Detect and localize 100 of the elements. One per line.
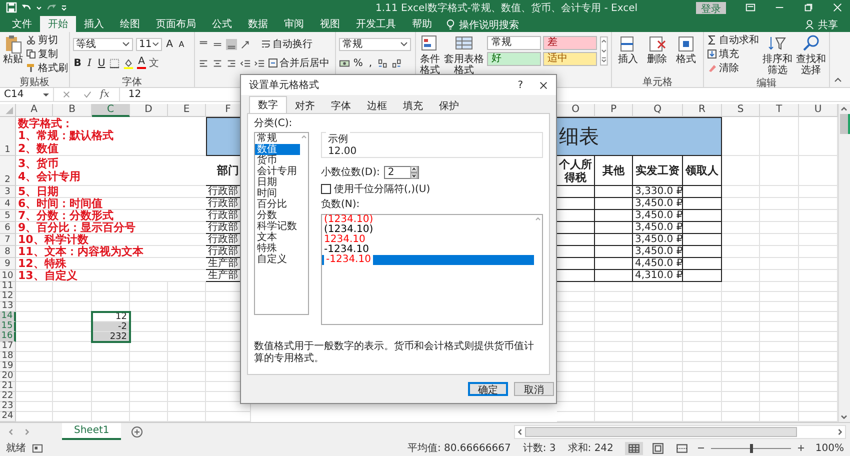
row-header[interactable]: 3 — [0, 186, 16, 198]
scroll-thumb[interactable] — [840, 114, 850, 134]
enter-icon[interactable] — [83, 90, 92, 99]
column-header[interactable]: C — [92, 104, 130, 118]
decrease-font-button[interactable]: A — [177, 40, 186, 49]
row-header[interactable]: 23 — [0, 402, 16, 412]
row-header[interactable]: 12 — [0, 292, 16, 302]
category-item[interactable]: 时间 — [255, 188, 300, 199]
category-item[interactable]: 科学记数 — [255, 221, 300, 232]
row-header[interactable]: 6 — [0, 222, 16, 234]
number-format-dropdown[interactable]: 常规 — [339, 38, 412, 51]
row-header[interactable]: 17 — [0, 342, 16, 352]
cell-style-option[interactable]: 差 — [543, 36, 598, 50]
category-item[interactable]: 特殊 — [255, 243, 300, 254]
person-icon[interactable] — [805, 18, 814, 30]
column-header[interactable]: U — [799, 104, 838, 118]
row-header[interactable]: 20 — [0, 372, 16, 382]
font-name-dropdown[interactable]: 等线 — [73, 38, 133, 51]
increase-indent-icon[interactable] — [254, 58, 265, 69]
column-header[interactable]: R — [683, 104, 722, 118]
row-header[interactable]: 1 — [0, 117, 16, 156]
bold-button[interactable]: B — [73, 58, 82, 69]
decimal-places-spinner[interactable]: 2 — [384, 166, 419, 178]
sort-filter-button[interactable]: 排序和筛选 — [762, 34, 793, 76]
dialog-tab[interactable]: 字体 — [323, 98, 359, 113]
borders-icon[interactable] — [109, 58, 120, 69]
row-header[interactable]: 24 — [0, 412, 16, 422]
checkbox-label[interactable]: 使用千位分隔符(,)(U) — [334, 182, 430, 196]
wrap-text-button[interactable]: 自动换行 — [260, 38, 313, 51]
autosum-button[interactable]: 自动求和 — [707, 34, 760, 47]
increase-decimal-icon[interactable] — [378, 58, 389, 69]
cell-style-option[interactable]: 常规 — [487, 36, 542, 50]
name-box[interactable]: C14 — [0, 88, 54, 101]
fill-color-icon[interactable] — [123, 58, 134, 69]
sheet-tab[interactable]: Sheet1 — [62, 423, 122, 440]
row-header[interactable]: 8 — [0, 246, 16, 258]
add-sheet-icon[interactable] — [131, 426, 144, 438]
category-item[interactable]: 数值 — [255, 144, 300, 155]
align-left-icon[interactable] — [198, 58, 209, 69]
cancel-button[interactable]: 取消 — [514, 382, 554, 396]
column-header[interactable]: D — [130, 104, 168, 118]
ribbon-tab[interactable]: 开始 — [40, 16, 76, 32]
ribbon-tab[interactable]: 公式 — [204, 16, 240, 32]
ribbon-tab[interactable]: 帮助 — [404, 16, 440, 32]
italic-button[interactable]: I — [85, 58, 94, 69]
negative-format-item[interactable]: 1234.10 — [322, 235, 534, 245]
sign-in-button[interactable]: 登录 — [696, 2, 726, 14]
dialog-tab[interactable]: 数字 — [249, 96, 287, 113]
help-button[interactable]: ? — [518, 80, 523, 90]
currency-icon[interactable] — [339, 58, 350, 69]
category-list[interactable]: 常规 数值 货币 会计专用 日期 时间 百分比 分数 科学记数 文本 特殊 自定义 — [254, 132, 309, 315]
row-header[interactable]: 15 — [0, 322, 16, 332]
ribbon-tab[interactable]: 数据 — [240, 16, 276, 32]
cut-button[interactable]: 剪切 — [26, 34, 68, 47]
column-header[interactable]: S — [722, 104, 760, 118]
dialog-tab[interactable]: 边框 — [359, 98, 395, 113]
percent-button[interactable]: % — [353, 58, 363, 69]
row-header[interactable]: 9 — [0, 258, 16, 270]
column-header[interactable]: O — [557, 104, 595, 118]
category-item[interactable]: 货币 — [255, 155, 300, 166]
negative-numbers-list[interactable]: (1234.10) (1234.10) 1234.10 -1234.10 -1234.10 — [321, 214, 543, 325]
row-header[interactable]: 16 — [0, 332, 16, 342]
spin-arrows-icon[interactable] — [410, 166, 418, 178]
insert-function-button[interactable]: fx — [100, 89, 110, 100]
increase-font-button[interactable]: A — [165, 38, 174, 50]
category-item[interactable]: 会计专用 — [255, 166, 300, 177]
category-item[interactable]: 百分比 — [255, 199, 300, 210]
row-header[interactable]: 21 — [0, 382, 16, 392]
underline-button[interactable]: U — [97, 58, 106, 69]
zoom-in-icon[interactable] — [797, 444, 806, 452]
close-icon[interactable] — [539, 80, 548, 90]
vertical-scrollbar[interactable] — [838, 104, 850, 422]
ribbon-tab[interactable]: 插入 — [76, 16, 112, 32]
font-color-button[interactable]: A — [137, 57, 146, 70]
ribbon-tab[interactable]: 审阅 — [276, 16, 312, 32]
align-center-icon[interactable] — [212, 58, 223, 69]
column-header[interactable]: A — [16, 104, 53, 118]
dialog-tab[interactable]: 对齐 — [287, 98, 323, 113]
align-bottom-icon[interactable] — [226, 38, 237, 50]
orientation-icon[interactable] — [240, 38, 251, 50]
font-size-dropdown[interactable]: 11 — [136, 38, 162, 51]
format-cells-button[interactable]: 格式 — [673, 34, 700, 65]
lightbulb-icon[interactable] — [446, 18, 455, 30]
clear-button[interactable]: 清除 — [707, 62, 760, 75]
paste-button[interactable]: 粘贴 — [3, 34, 23, 65]
share-button[interactable]: 共享 — [818, 18, 838, 32]
row-header[interactable]: 22 — [0, 392, 16, 402]
column-header[interactable]: P — [595, 104, 633, 118]
column-header[interactable]: E — [168, 104, 206, 118]
decrease-decimal-icon[interactable] — [392, 58, 403, 69]
horizontal-scrollbar[interactable] — [514, 424, 846, 439]
restore-icon[interactable] — [803, 2, 814, 14]
ribbon-tab[interactable]: 文件 — [4, 16, 40, 32]
negative-format-item[interactable]: -1234.10 — [322, 255, 534, 265]
row-header[interactable]: 19 — [0, 362, 16, 372]
macro-record-icon[interactable] — [32, 442, 43, 454]
insert-cells-button[interactable]: 插入 — [615, 34, 642, 65]
ribbon-tab[interactable]: 绘图 — [112, 16, 148, 32]
column-header[interactable]: T — [760, 104, 799, 118]
category-item[interactable]: 常规 — [255, 133, 300, 144]
